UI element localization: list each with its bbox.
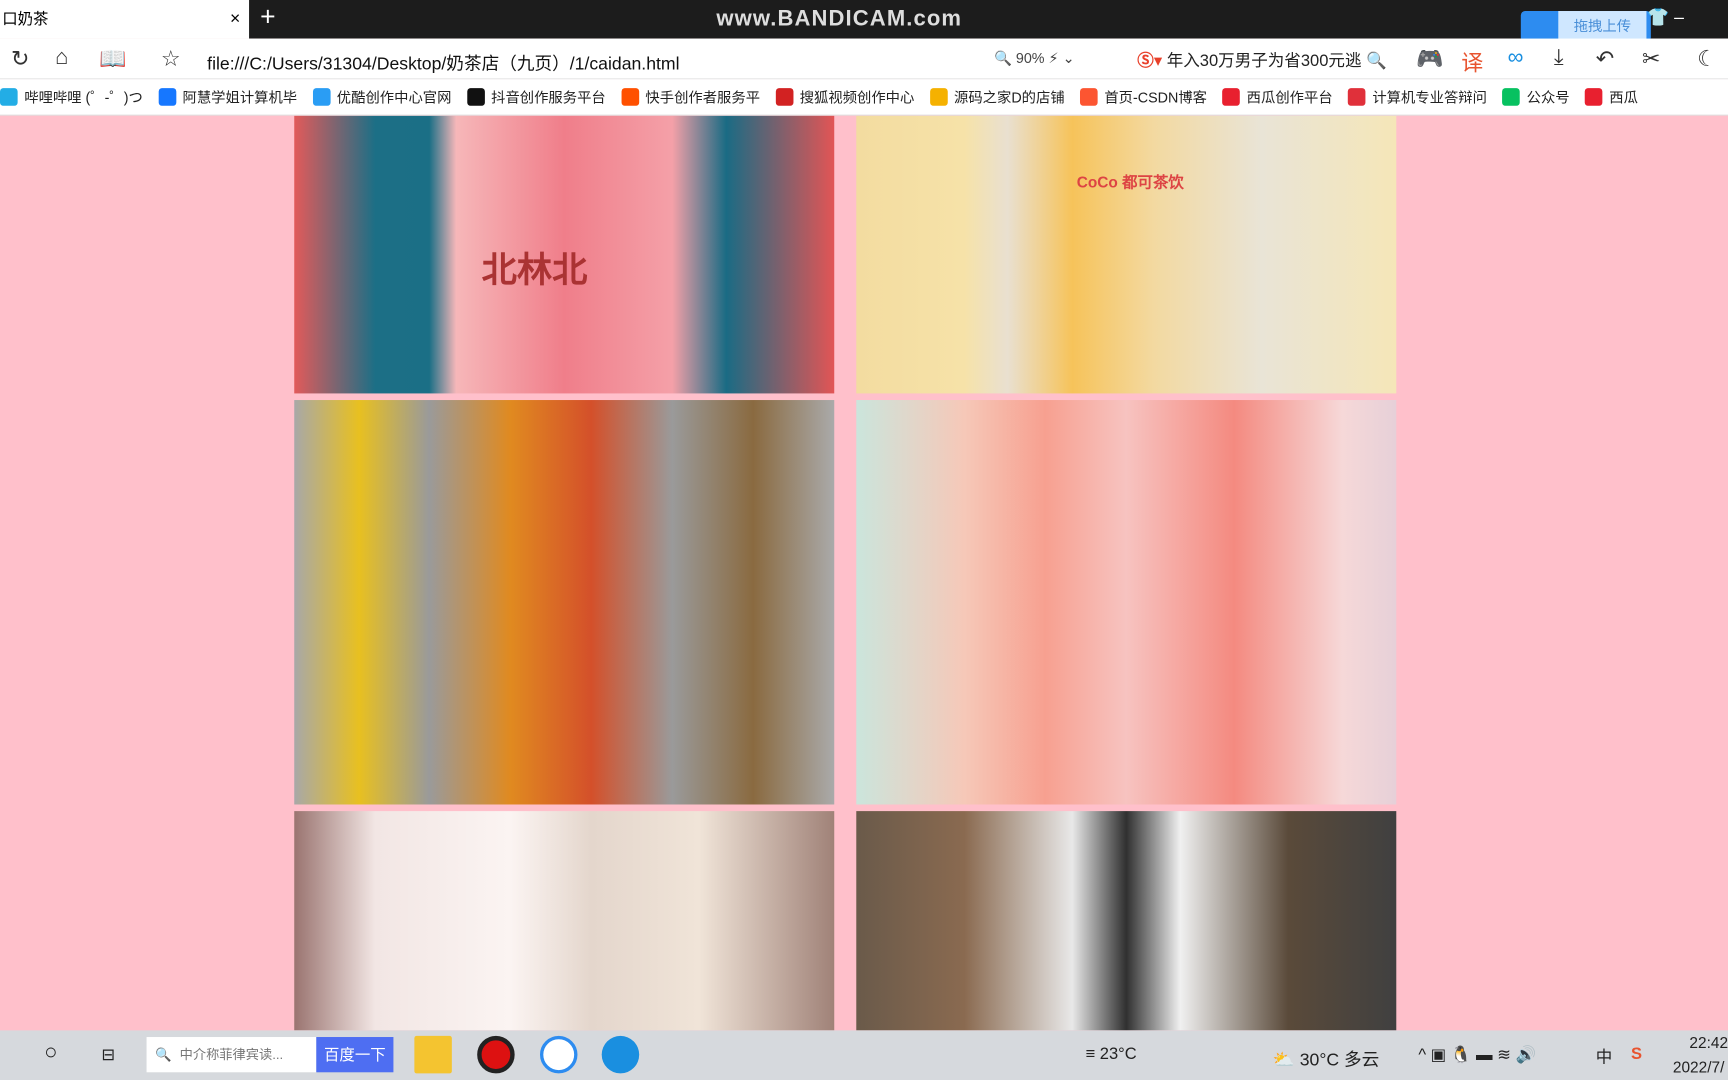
ime-indicator[interactable]: 中 — [1596, 1045, 1613, 1068]
sogou-ime-icon[interactable]: S — [1631, 1045, 1642, 1064]
bookmark-item[interactable]: 西瓜创作平台 — [1222, 79, 1333, 114]
weather-widget[interactable]: ≡ 23°C — [1086, 1045, 1137, 1064]
tray-icons[interactable]: ^ ▣ 🐧 ▬ ≋ 🔊 — [1418, 1045, 1536, 1065]
bookmark-item[interactable]: 公众号 — [1502, 79, 1570, 114]
taskbar-search-input[interactable]: 🔍 中介称菲律宾读... — [146, 1037, 317, 1073]
extension-icon[interactable]: ∞ — [1508, 45, 1524, 70]
bookmark-label: 快手创作者服务平 — [645, 89, 761, 106]
upload-label: 拖拽上传 — [1558, 11, 1647, 42]
bookmark-icon — [929, 88, 948, 106]
game-icon[interactable]: 🎮 — [1416, 45, 1443, 73]
bookmark-icon — [466, 88, 485, 106]
brand-label: CoCo 都可茶饮 — [1076, 173, 1184, 191]
file-explorer-icon[interactable] — [414, 1035, 452, 1074]
bookmark-icon — [775, 88, 794, 106]
search-icon: 🔍 — [155, 1046, 172, 1063]
upload-button[interactable]: 拖拽上传 — [1520, 11, 1651, 42]
tab-bar: 口奶茶 × + www.BANDICAM.com 拖拽上传 👕 – — [0, 0, 1728, 42]
bookmark-item[interactable]: 抖音创作服务平台 — [466, 79, 606, 114]
search-text: 年入30万男子为省300元逃 — [1166, 51, 1362, 71]
sogou-icon: Ⓢ▾ — [1137, 51, 1163, 71]
bookmark-label: 西瓜 — [1609, 89, 1638, 106]
scissors-icon[interactable]: ✂ — [1642, 45, 1660, 73]
cortana-icon[interactable]: ○ — [44, 1040, 57, 1065]
url-input[interactable]: file:///C:/Users/31304/Desktop/奶茶店（九页）/1… — [207, 48, 679, 74]
bookmark-item[interactable]: 哔哩哔哩 (゜-゜)つ — [0, 79, 143, 114]
night-mode-icon[interactable]: ☾ — [1697, 45, 1717, 73]
zoom-value: 90% — [1015, 49, 1045, 67]
temperature: 23°C — [1099, 1044, 1137, 1064]
tab-active[interactable]: 口奶茶 × — [0, 0, 250, 39]
bookmark-icon — [1348, 88, 1366, 106]
clock-date[interactable]: 2022/7/ — [1673, 1058, 1724, 1076]
bookmark-label: 公众号 — [1526, 89, 1570, 106]
bookmark-item[interactable]: 快手创作者服务平 — [621, 79, 761, 114]
baidu-netdisk-icon[interactable] — [539, 1035, 578, 1074]
brand-label: 北林北 — [481, 250, 588, 290]
browser-icon[interactable] — [601, 1035, 640, 1074]
bookmark-item[interactable]: 阿慧学姐计算机毕 — [158, 79, 298, 114]
watermelon-drink-image: 北林北 — [294, 115, 835, 394]
watermark: www.BANDICAM.com — [716, 6, 963, 31]
bookmark-item[interactable]: 西瓜 — [1585, 79, 1638, 114]
baidu-search-button[interactable]: 百度一下 — [316, 1037, 394, 1073]
bookmark-item[interactable]: 源码之家D的店铺 — [929, 79, 1065, 114]
zoom-level[interactable]: 🔍 90% ⚡ ⌄ — [994, 50, 1075, 68]
peach-drink-image — [856, 400, 1397, 805]
fruit-tea-image — [294, 400, 835, 805]
reader-icon[interactable]: 📖 — [99, 45, 126, 73]
bookmark-icon — [1222, 88, 1241, 106]
bookmark-label: 优酷创作中心官网 — [336, 89, 452, 106]
clock-time[interactable]: 22:42 — [1689, 1034, 1728, 1052]
bookmark-icon — [158, 88, 176, 106]
bookmark-icon — [1080, 88, 1098, 106]
bookmark-label: 抖音创作服务平台 — [491, 89, 606, 106]
bandicam-icon[interactable] — [477, 1035, 515, 1074]
bookmark-label: 阿慧学姐计算机毕 — [182, 89, 298, 106]
task-view-icon[interactable]: ⊟ — [101, 1045, 115, 1065]
bookmark-icon — [0, 88, 18, 106]
refresh-icon[interactable]: ↻ — [11, 45, 29, 73]
bookmark-icon — [1502, 88, 1521, 106]
taskbar: ○ ⊟ 🔍 中介称菲律宾读... 百度一下 ≡ 23°C ⛅ 30°C 多云 ^ … — [0, 1030, 1728, 1080]
weather-widget-2[interactable]: ⛅ 30°C 多云 — [1273, 1045, 1379, 1071]
bookmark-label: 首页-CSDN博客 — [1104, 89, 1208, 106]
download-icon[interactable]: ⤓ — [1554, 45, 1564, 70]
bookmark-label: 源码之家D的店铺 — [954, 89, 1065, 106]
bookmark-icon — [621, 88, 639, 106]
new-tab-button[interactable]: + — [260, 2, 275, 33]
bookmark-icon — [312, 88, 331, 106]
bookmarks-bar: 哔哩哔哩 (゜-゜)つ 阿慧学姐计算机毕 优酷创作中心官网 抖音创作服务平台 快手创作者… — [0, 79, 1728, 116]
bookmark-item[interactable]: 优酷创作中心官网 — [312, 79, 452, 114]
milk-tea-cups-image — [294, 811, 835, 1031]
menu-page: 北林北 CoCo 都可茶饮 — [0, 115, 1728, 1031]
bookmark-label: 哔哩哔哩 (゜-゜)つ — [24, 89, 143, 106]
bookmark-item[interactable]: 搜狐视频创作中心 — [775, 79, 915, 114]
home-icon[interactable]: ⌂ — [55, 45, 68, 70]
star-icon[interactable]: ☆ — [161, 45, 181, 73]
close-tab-icon[interactable]: × — [230, 0, 240, 39]
undo-icon[interactable]: ↶ — [1596, 45, 1614, 73]
skin-icon[interactable]: 👕 – — [1647, 7, 1684, 29]
weather-text: 30°C 多云 — [1299, 1051, 1380, 1071]
bookmark-label: 西瓜创作平台 — [1246, 89, 1333, 106]
bookmark-item[interactable]: 首页-CSDN博客 — [1080, 79, 1208, 114]
oreo-dessert-image — [856, 811, 1397, 1031]
search-box[interactable]: Ⓢ▾ 年入30万男子为省300元逃 🔍 — [1137, 48, 1386, 71]
coco-milk-tea-image: CoCo 都可茶饮 — [856, 115, 1397, 394]
tab-title: 口奶茶 — [2, 9, 49, 28]
bookmark-label: 搜狐视频创作中心 — [799, 89, 915, 106]
address-bar: ↻ ⌂ 📖 ☆ file:///C:/Users/31304/Desktop/奶… — [0, 38, 1728, 80]
search-placeholder: 中介称菲律宾读... — [179, 1046, 284, 1063]
bookmark-label: 计算机专业答辩问 — [1372, 89, 1487, 106]
bookmark-item[interactable]: 计算机专业答辩问 — [1348, 79, 1487, 114]
bookmark-icon — [1585, 88, 1603, 106]
translate-icon[interactable]: 译 — [1461, 45, 1483, 77]
